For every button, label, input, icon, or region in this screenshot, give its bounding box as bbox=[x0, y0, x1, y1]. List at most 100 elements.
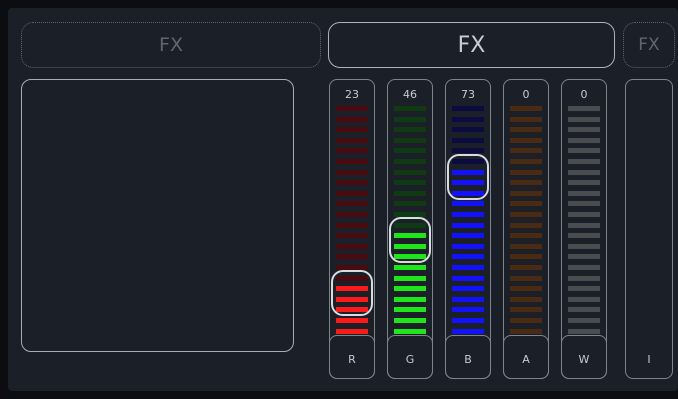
level-segment bbox=[568, 201, 600, 207]
level-segment bbox=[336, 169, 368, 175]
fader-strip-b[interactable]: 73 B bbox=[445, 79, 491, 379]
level-segment bbox=[452, 275, 484, 281]
level-segment bbox=[452, 137, 484, 143]
level-segment bbox=[394, 137, 426, 143]
level-segment bbox=[510, 307, 542, 313]
fader-strip-partial[interactable]: I bbox=[625, 79, 673, 379]
level-segment bbox=[336, 201, 368, 207]
level-segment bbox=[394, 148, 426, 154]
fader-value: 23 bbox=[345, 88, 359, 101]
level-segment bbox=[568, 169, 600, 175]
level-segment bbox=[510, 318, 542, 323]
level-segment bbox=[510, 233, 542, 239]
fader-thumb[interactable] bbox=[447, 153, 489, 200]
fader-strip-g[interactable]: 46 G bbox=[387, 79, 433, 379]
level-segment bbox=[394, 127, 426, 133]
level-segment bbox=[394, 265, 426, 270]
level-segment bbox=[452, 318, 484, 323]
level-segment bbox=[568, 243, 600, 249]
level-segment bbox=[510, 222, 542, 228]
fader-level-bars bbox=[568, 106, 600, 344]
level-segment bbox=[336, 190, 368, 196]
fader-value: 0 bbox=[522, 88, 530, 101]
fader-value: 0 bbox=[580, 88, 588, 101]
level-segment bbox=[510, 148, 542, 154]
fader-value: 46 bbox=[403, 88, 417, 101]
level-segment bbox=[452, 233, 484, 239]
level-segment bbox=[510, 243, 542, 249]
level-segment bbox=[336, 148, 368, 154]
level-segment bbox=[568, 233, 600, 239]
fader-level-bars bbox=[389, 106, 431, 344]
level-segment bbox=[452, 212, 484, 217]
level-segment bbox=[452, 148, 484, 154]
level-segment bbox=[452, 222, 484, 228]
level-segment bbox=[394, 275, 426, 281]
level-segment bbox=[452, 243, 484, 249]
level-segment bbox=[336, 106, 368, 111]
fader-label: A bbox=[522, 353, 530, 366]
level-segment bbox=[336, 243, 368, 249]
fx-button-middle[interactable]: FX bbox=[328, 22, 615, 68]
fader-thumb[interactable] bbox=[331, 270, 373, 317]
level-segment bbox=[510, 275, 542, 281]
level-segment bbox=[452, 127, 484, 133]
level-segment bbox=[336, 222, 368, 228]
level-segment bbox=[568, 159, 600, 164]
level-segment bbox=[510, 296, 542, 302]
fx-button-right[interactable]: FX bbox=[623, 22, 675, 68]
fader-label: B bbox=[464, 353, 472, 366]
level-segment bbox=[336, 254, 368, 260]
fader-strip-a[interactable]: 0A bbox=[503, 79, 549, 379]
level-segment bbox=[394, 180, 426, 186]
color-preview-area bbox=[21, 79, 294, 352]
level-segment bbox=[510, 116, 542, 122]
level-segment bbox=[394, 328, 426, 334]
level-segment bbox=[510, 286, 542, 292]
level-segment bbox=[394, 318, 426, 323]
level-segment bbox=[568, 254, 600, 260]
level-segment bbox=[510, 159, 542, 164]
level-segment bbox=[394, 296, 426, 302]
level-segment bbox=[568, 148, 600, 154]
fader-level-bars bbox=[510, 106, 542, 344]
level-segment bbox=[568, 106, 600, 111]
level-segment bbox=[394, 159, 426, 164]
level-segment bbox=[452, 106, 484, 111]
level-segment bbox=[452, 265, 484, 270]
level-segment bbox=[394, 169, 426, 175]
level-segment bbox=[394, 307, 426, 313]
level-segment bbox=[568, 127, 600, 133]
level-segment bbox=[568, 318, 600, 323]
level-segment bbox=[452, 116, 484, 122]
level-segment bbox=[336, 137, 368, 143]
level-segment bbox=[452, 201, 484, 207]
fader-strip-w[interactable]: 0W bbox=[561, 79, 607, 379]
color-fader-panel: FX FX FX I 23 R 46 G 73 B 0 A 0 W bbox=[8, 8, 678, 391]
level-segment bbox=[394, 286, 426, 292]
level-segment bbox=[510, 265, 542, 270]
level-segment bbox=[510, 106, 542, 111]
level-segment bbox=[510, 127, 542, 133]
level-segment bbox=[336, 328, 368, 334]
level-segment bbox=[568, 286, 600, 292]
fader-value: 73 bbox=[461, 88, 475, 101]
level-segment bbox=[394, 201, 426, 207]
level-segment bbox=[336, 116, 368, 122]
level-segment bbox=[568, 116, 600, 122]
fx-button-left[interactable]: FX bbox=[21, 22, 321, 68]
fader-level-bars bbox=[447, 106, 489, 344]
level-segment bbox=[452, 307, 484, 313]
level-segment bbox=[568, 190, 600, 196]
fader-label: G bbox=[405, 353, 415, 366]
level-segment bbox=[394, 190, 426, 196]
level-segment bbox=[568, 275, 600, 281]
fader-strip-r[interactable]: 23 R bbox=[329, 79, 375, 379]
level-segment bbox=[394, 116, 426, 122]
level-segment bbox=[336, 180, 368, 186]
level-segment bbox=[452, 328, 484, 334]
level-segment bbox=[452, 254, 484, 260]
level-segment bbox=[510, 137, 542, 143]
level-segment bbox=[452, 286, 484, 292]
fader-thumb[interactable] bbox=[389, 217, 431, 264]
